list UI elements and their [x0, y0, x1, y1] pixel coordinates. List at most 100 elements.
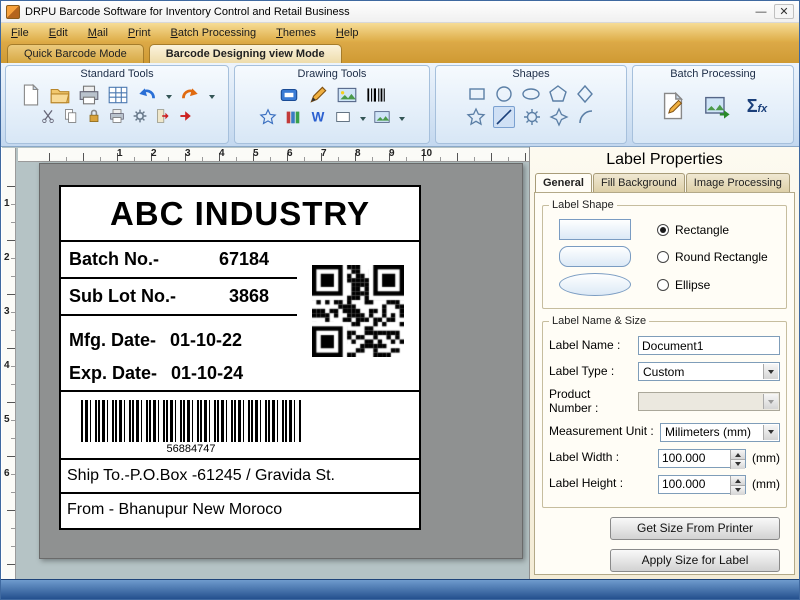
pencil-icon[interactable]	[307, 84, 329, 106]
label-barcode-section[interactable]: 56884747	[61, 392, 419, 460]
label-sublot-row[interactable]: Sub Lot No.- 3868	[61, 279, 297, 316]
redo-icon[interactable]	[179, 84, 201, 106]
gear-shape-icon[interactable]	[522, 107, 542, 127]
group-label: Standard Tools	[80, 68, 153, 80]
pentagon-shape-icon[interactable]	[548, 84, 568, 104]
ruler-number: 2	[4, 252, 10, 263]
batch-label: Batch No.-	[69, 249, 159, 270]
lock-icon[interactable]	[86, 108, 102, 124]
cut-icon[interactable]	[40, 108, 56, 124]
label-width-input[interactable]	[659, 450, 727, 467]
tab-image-processing[interactable]: Image Processing	[686, 173, 790, 192]
word-art-icon[interactable]: W	[309, 108, 327, 126]
arc-shape-icon[interactable]	[576, 107, 596, 127]
image-batch-icon[interactable]	[703, 92, 731, 120]
label-company-text[interactable]: ABC INDUSTRY	[61, 187, 419, 242]
ellipse-preview[interactable]	[559, 273, 631, 296]
spin-up-icon[interactable]	[730, 450, 745, 459]
star-shape-icon[interactable]	[466, 107, 486, 127]
menu-mail[interactable]: Mail	[88, 27, 108, 39]
label-width-spinner[interactable]	[658, 449, 746, 468]
barcode-scanner-icon[interactable]	[278, 84, 300, 106]
label-exp-row[interactable]: Exp. Date- 01-10-24	[61, 357, 297, 390]
minimize-button[interactable]: —	[751, 4, 771, 19]
design-canvas[interactable]: 1 2 3 4 5 6 1 2 3 4 5 6 7 8 9 10 ABC IND…	[2, 147, 529, 579]
line-shape-icon[interactable]	[493, 106, 515, 128]
tab-general[interactable]: General	[535, 173, 592, 192]
tab-quick-barcode-mode[interactable]: Quick Barcode Mode	[7, 44, 144, 63]
rectangle-preview[interactable]	[559, 219, 631, 240]
ruler-number: 5	[4, 414, 10, 425]
menu-file[interactable]: File	[11, 27, 29, 39]
spin-down-icon[interactable]	[730, 459, 745, 469]
spin-up-icon[interactable]	[730, 476, 745, 485]
ruler-number: 1	[117, 148, 123, 159]
star-tool-icon[interactable]	[259, 108, 277, 126]
circle-shape-icon[interactable]	[494, 84, 514, 104]
copy-icon[interactable]	[63, 108, 79, 124]
label-mfg-row[interactable]: Mfg. Date- 01-10-22	[61, 324, 297, 357]
insert-image-icon[interactable]	[336, 84, 358, 106]
four-point-star-icon[interactable]	[549, 107, 569, 127]
label-ship-to-text[interactable]: Ship To.-P.O.Box -61245 / Gravida St.	[61, 460, 419, 494]
group-label: Batch Processing	[670, 68, 756, 80]
measurement-unit-value: Milimeters (mm)	[665, 425, 751, 439]
label-design[interactable]: ABC INDUSTRY Batch No.- 67184 Sub Lot No…	[59, 185, 421, 530]
open-folder-icon[interactable]	[49, 84, 71, 106]
chevron-down-icon[interactable]	[763, 425, 778, 440]
edit-batch-icon[interactable]	[659, 92, 687, 120]
books-icon[interactable]	[284, 108, 302, 126]
label-batch-row[interactable]: Batch No.- 67184	[61, 242, 297, 279]
vertical-ruler: 1 2 3 4 5 6	[2, 148, 16, 579]
undo-icon[interactable]	[136, 84, 158, 106]
label-type-select[interactable]: Custom	[638, 362, 780, 381]
exit-icon[interactable]	[178, 108, 194, 124]
new-document-icon[interactable]	[20, 84, 42, 106]
undo-dropdown-caret[interactable]	[166, 95, 172, 102]
round-rectangle-preview[interactable]	[559, 246, 631, 267]
label-height-spinner[interactable]	[658, 475, 746, 494]
rectangle-shape-icon[interactable]	[467, 84, 487, 104]
close-button[interactable]: ✕	[774, 4, 794, 19]
label-from-text[interactable]: From - Bhanupur New Moroco	[61, 494, 419, 528]
barcode-icon[interactable]	[365, 84, 387, 106]
ellipse-shape-icon[interactable]	[521, 84, 541, 104]
apply-size-for-label-button[interactable]: Apply Size for Label	[610, 549, 780, 572]
chevron-down-icon[interactable]	[763, 364, 778, 379]
rectangle-tool-icon[interactable]	[334, 108, 352, 126]
label-height-input[interactable]	[659, 476, 727, 493]
ruler-number: 3	[185, 148, 191, 159]
qr-code[interactable]	[312, 265, 404, 357]
menu-edit[interactable]: Edit	[49, 27, 68, 39]
insert-table-icon[interactable]	[107, 84, 129, 106]
menu-themes[interactable]: Themes	[276, 27, 316, 39]
label-height-unit: (mm)	[746, 477, 780, 491]
app-window: DRPU Barcode Software for Inventory Cont…	[0, 0, 800, 600]
round-rectangle-radio[interactable]	[657, 251, 669, 263]
redo-dropdown-caret[interactable]	[209, 95, 215, 102]
label-height-label: Label Height :	[549, 477, 658, 491]
menu-batch-processing[interactable]: Batch Processing	[171, 27, 257, 39]
tab-fill-background[interactable]: Fill Background	[593, 173, 685, 192]
picture-tool-caret[interactable]	[399, 117, 405, 124]
label-name-input[interactable]	[638, 336, 780, 355]
get-size-from-printer-button[interactable]: Get Size From Printer	[610, 517, 780, 540]
rectangle-tool-caret[interactable]	[360, 117, 366, 124]
print-preview-icon[interactable]	[109, 108, 125, 124]
menu-help[interactable]: Help	[336, 27, 359, 39]
print-icon[interactable]	[78, 84, 100, 106]
formula-icon[interactable]: Σfx	[747, 97, 768, 115]
menu-print[interactable]: Print	[128, 27, 151, 39]
spin-down-icon[interactable]	[730, 485, 745, 495]
settings-icon[interactable]	[132, 108, 148, 124]
diamond-shape-icon[interactable]	[575, 84, 595, 104]
tab-barcode-designing-view-mode[interactable]: Barcode Designing view Mode	[149, 44, 342, 63]
ruler-number: 6	[4, 468, 10, 479]
ellipse-radio[interactable]	[657, 279, 669, 291]
export-icon[interactable]	[155, 108, 171, 124]
rectangle-radio[interactable]	[657, 224, 669, 236]
app-icon	[6, 5, 20, 19]
ruler-number: 4	[4, 360, 10, 371]
measurement-unit-select[interactable]: Milimeters (mm)	[660, 423, 780, 442]
picture-tool-icon[interactable]	[373, 108, 391, 126]
